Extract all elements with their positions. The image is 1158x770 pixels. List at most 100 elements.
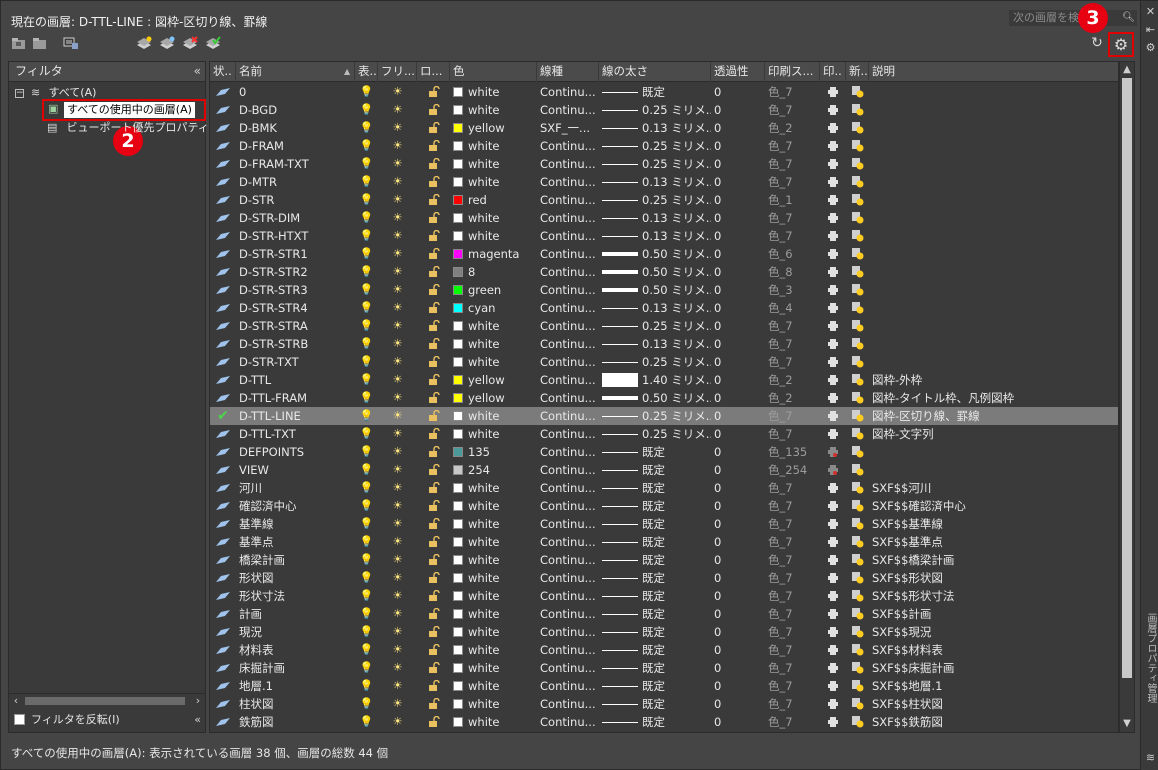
linetype-value[interactable]: SXF_一... [540, 119, 599, 137]
layer-name[interactable]: 床掘計画 [239, 659, 355, 677]
new-vp-freeze-icon[interactable] [846, 551, 869, 569]
lightbulb-on-icon[interactable]: 💡 [355, 623, 378, 641]
lightbulb-on-icon[interactable]: 💡 [355, 443, 378, 461]
lightbulb-on-icon[interactable]: 💡 [355, 479, 378, 497]
layer-description[interactable] [872, 317, 1118, 335]
layer-description[interactable]: 図枠-タイトル枠、凡例図枠 [872, 389, 1118, 407]
linetype-value[interactable]: Continu... [540, 209, 599, 227]
layer-name[interactable]: 形状寸法 [239, 587, 355, 605]
lightbulb-on-icon[interactable]: 💡 [355, 605, 378, 623]
plotstyle-value[interactable]: 色_135 [768, 443, 820, 461]
lineweight-value[interactable]: 0.50 ミリメ... [642, 263, 711, 281]
layer-description[interactable] [872, 335, 1118, 353]
layer-description[interactable]: SXF$$形状図 [872, 569, 1118, 587]
thaw-sun-icon[interactable]: ☀ [378, 353, 417, 371]
layer-row[interactable]: D-MTR 💡 ☀ white Continu... 0.13 ミリメ... 0 色_7 [210, 173, 1118, 191]
layer-row[interactable]: D-FRAM-TXT 💡 ☀ white Continu... 0.25 ミリメ... 0 色… [210, 155, 1118, 173]
lightbulb-on-icon[interactable]: 💡 [355, 587, 378, 605]
new-vp-freeze-icon[interactable] [846, 497, 869, 515]
col-status-header[interactable]: 状.. [210, 62, 236, 82]
linetype-value[interactable]: Continu... [540, 83, 599, 101]
new-vp-freeze-icon[interactable] [846, 227, 869, 245]
layer-row[interactable]: D-STR-STR4 💡 ☀ cyan Continu... 0.13 ミリメ... 0 色_… [210, 299, 1118, 317]
thaw-sun-icon[interactable]: ☀ [378, 335, 417, 353]
layer-name[interactable]: D-TTL-LINE [239, 407, 355, 425]
linetype-value[interactable]: Continu... [540, 551, 599, 569]
layer-name[interactable]: 鉄筋図 [239, 713, 355, 731]
transparency-value[interactable]: 0 [714, 245, 765, 263]
col-newvp-header[interactable]: 新.. [846, 62, 869, 82]
layer-description[interactable]: SXF$$柱状図 [872, 695, 1118, 713]
linetype-value[interactable]: Continu... [540, 389, 599, 407]
color-swatch[interactable] [453, 465, 463, 475]
unlocked-padlock-icon[interactable] [417, 155, 450, 173]
color-swatch[interactable] [453, 339, 463, 349]
plotstyle-value[interactable]: 色_7 [768, 101, 820, 119]
layer-name[interactable]: 現況 [239, 623, 355, 641]
new-vp-freeze-icon[interactable] [846, 587, 869, 605]
linetype-value[interactable]: Continu... [540, 335, 599, 353]
linetype-value[interactable]: Continu... [540, 659, 599, 677]
filter-hscrollbar[interactable]: ‹ › [9, 693, 205, 707]
unlocked-padlock-icon[interactable] [417, 137, 450, 155]
lineweight-value[interactable]: 既定 [642, 497, 711, 515]
layer-name[interactable]: D-STR-HTXT [239, 227, 355, 245]
layer-description[interactable]: SXF$$形状寸法 [872, 587, 1118, 605]
scroll-up-icon[interactable]: ▲ [1120, 63, 1134, 77]
new-vp-freeze-icon[interactable] [846, 173, 869, 191]
thaw-sun-icon[interactable]: ☀ [378, 155, 417, 173]
new-property-filter-icon[interactable] [11, 36, 27, 50]
thaw-sun-icon[interactable]: ☀ [378, 515, 417, 533]
layer-row[interactable]: D-FRAM 💡 ☀ white Continu... 0.25 ミリメ... 0 色_7 [210, 137, 1118, 155]
transparency-value[interactable]: 0 [714, 461, 765, 479]
linetype-value[interactable]: Continu... [540, 677, 599, 695]
lineweight-value[interactable]: 1.40 ミリメ... [642, 371, 711, 389]
layer-name[interactable]: D-STR-STR4 [239, 299, 355, 317]
thaw-sun-icon[interactable]: ☀ [378, 659, 417, 677]
linetype-value[interactable]: Continu... [540, 713, 599, 731]
layer-name[interactable]: D-FRAM-TXT [239, 155, 355, 173]
layer-name[interactable]: 計画 [239, 605, 355, 623]
plotstyle-value[interactable]: 色_7 [768, 659, 820, 677]
thaw-sun-icon[interactable]: ☀ [378, 263, 417, 281]
thaw-sun-icon[interactable]: ☀ [378, 695, 417, 713]
unlocked-padlock-icon[interactable] [417, 659, 450, 677]
lineweight-value[interactable]: 0.13 ミリメ... [642, 173, 711, 191]
layer-description[interactable]: SXF$$基準線 [872, 515, 1118, 533]
color-swatch[interactable] [453, 501, 463, 511]
layer-description[interactable] [872, 281, 1118, 299]
printer-icon[interactable] [820, 389, 846, 407]
plotstyle-value[interactable]: 色_7 [768, 317, 820, 335]
layer-row[interactable]: ✔ D-TTL-LINE 💡 ☀ white Continu... 0.25 ミリメ... 0… [210, 407, 1118, 425]
thaw-sun-icon[interactable]: ☀ [378, 461, 417, 479]
unlocked-padlock-icon[interactable] [417, 299, 450, 317]
plotstyle-value[interactable]: 色_2 [768, 389, 820, 407]
thaw-sun-icon[interactable]: ☀ [378, 245, 417, 263]
linetype-value[interactable]: Continu... [540, 173, 599, 191]
layer-name[interactable]: 基準点 [239, 533, 355, 551]
printer-icon[interactable] [820, 155, 846, 173]
new-group-filter-icon[interactable] [32, 36, 48, 50]
printer-icon[interactable] [820, 317, 846, 335]
plotstyle-value[interactable]: 色_7 [768, 335, 820, 353]
printer-icon[interactable] [820, 209, 846, 227]
lineweight-value[interactable]: 0.25 ミリメ... [642, 353, 711, 371]
thaw-sun-icon[interactable]: ☀ [378, 605, 417, 623]
printer-icon[interactable] [820, 227, 846, 245]
layer-name[interactable]: D-STR-TXT [239, 353, 355, 371]
lightbulb-on-icon[interactable]: 💡 [355, 713, 378, 731]
color-swatch[interactable] [453, 393, 463, 403]
linetype-value[interactable]: Continu... [540, 371, 599, 389]
layer-description[interactable] [872, 173, 1118, 191]
new-vp-frozen-layer-icon[interactable] [159, 36, 175, 50]
layer-description[interactable]: 図枠-外枠 [872, 371, 1118, 389]
layer-name[interactable]: 確認済中心 [239, 497, 355, 515]
layer-row[interactable]: 確認済中心 💡 ☀ white Continu... 既定 0 色_7 SXF$$確認済中心 [210, 497, 1118, 515]
layer-description[interactable] [872, 191, 1118, 209]
plotstyle-value[interactable]: 色_4 [768, 299, 820, 317]
transparency-value[interactable]: 0 [714, 479, 765, 497]
linetype-value[interactable]: Continu... [540, 605, 599, 623]
plotstyle-value[interactable]: 色_7 [768, 515, 820, 533]
thaw-sun-icon[interactable]: ☀ [378, 227, 417, 245]
unlocked-padlock-icon[interactable] [417, 443, 450, 461]
